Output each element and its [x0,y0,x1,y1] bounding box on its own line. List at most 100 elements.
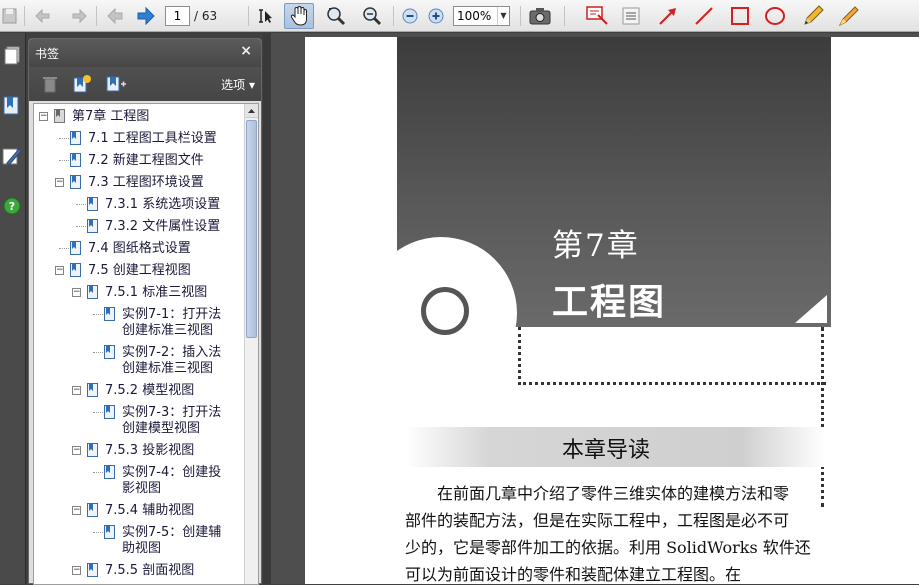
bookmark-label: 7.4 图纸格式设置 [88,241,191,256]
collapse-toggle-icon[interactable]: − [72,566,81,575]
bookmark-item[interactable]: 7.3.1 系统选项设置 [34,194,245,216]
main-toolbar: 1 / 63 100% ▼ [0,0,919,32]
highlighter-icon[interactable] [836,4,862,28]
bookmark-icon [87,443,98,457]
bookmarks-panel: 书签 × 选项 ▾ − 第7章 工程图 7.1 工程图工具栏设置 7.2 新建工程图文… [28,38,262,585]
zoom-level-select[interactable]: 100% ▼ [453,6,510,26]
rectangle-tool-icon[interactable] [728,4,752,28]
select-tool-icon[interactable] [254,4,276,28]
prev-page-icon[interactable] [104,4,126,28]
bookmark-tree: − 第7章 工程图 7.1 工程图工具栏设置 7.2 新建工程图文件 − 7.3 工程图环… [33,103,259,585]
bookmark-item[interactable]: − 7.5.4 辅助视图 [34,500,245,522]
bookmark-item[interactable]: − 7.5.3 投影视图 [34,440,245,462]
page-number-input[interactable]: 1 [165,6,190,26]
pencil-icon[interactable] [800,4,826,28]
bookmark-item[interactable]: 实例7-2：插入法 创建标准三视图 [34,342,245,380]
new-bookmark-icon[interactable] [71,73,93,95]
paragraph-line: 在前面几章中介绍了零件三维实体的建模方法和零 [437,484,790,503]
bookmark-item[interactable]: 实例7-5：创建辅 助视图 [34,522,245,560]
bookmark-icon [104,307,115,321]
bookmark-label: 7.3.2 文件属性设置 [105,219,221,234]
bookmark-item[interactable]: − 7.5 创建工程视图 [34,260,245,282]
bookmark-label: 7.5.3 投影视图 [105,443,195,458]
bookmark-item[interactable]: − 第7章 工程图 [34,106,245,128]
bookmark-label: 7.3.1 系统选项设置 [105,197,221,212]
options-menu[interactable]: 选项 ▾ [221,76,255,93]
signatures-icon[interactable] [0,141,24,171]
collapse-toggle-icon[interactable]: − [72,386,81,395]
bookmark-item[interactable]: 7.1 工程图工具栏设置 [34,128,245,150]
zoom-in-tool-icon[interactable] [324,4,348,28]
oval-tool-icon[interactable] [762,4,788,28]
bookmark-icon [104,525,115,539]
scrollbar-thumb[interactable] [246,120,257,338]
intro-paragraph: 在前面几章中介绍了零件三维实体的建模方法和零 部件的装配方法，但是在实际工程中，… [405,480,825,584]
dotted-frame [518,327,826,385]
bookmark-item[interactable]: 7.2 新建工程图文件 [34,150,245,172]
bookmark-label: 7.5.1 标准三视图 [105,285,208,300]
bookmark-icon [87,219,98,233]
bookmark-label: 7.5 创建工程视图 [88,263,191,278]
collapse-toggle-icon[interactable]: − [55,266,64,275]
bookmark-scrollbar[interactable] [244,104,258,584]
panel-title: 书签 [35,47,60,61]
pages-icon[interactable] [0,41,24,71]
panel-splitter[interactable] [263,33,271,584]
back-icon[interactable] [32,4,54,28]
bookmark-item[interactable]: − 7.3 工程图环境设置 [34,172,245,194]
collapse-toggle-icon[interactable]: − [72,506,81,515]
page-total-label: / 63 [194,9,218,23]
bookmark-item[interactable]: 实例7-3：打开法 创建模型视图 [34,402,245,440]
decorative-ring [421,287,469,335]
bookmark-item[interactable]: − 7.5.2 模型视图 [34,380,245,402]
bookmark-icon [70,241,81,255]
page-corner-fold [795,295,827,323]
bookmark-label: 实例7-1：打开法 创建标准三视图 [122,307,222,338]
bookmark-icon [70,153,81,167]
bookmark-label: 7.3 工程图环境设置 [88,175,204,190]
zoom-out-icon[interactable] [401,4,419,28]
zoom-in-icon[interactable] [427,4,445,28]
bookmark-item[interactable]: 实例7-1：打开法 创建标准三视图 [34,304,245,342]
delete-bookmark-icon[interactable] [39,73,61,95]
next-page-icon[interactable] [134,4,158,28]
bookmark-icon [104,345,115,359]
note-icon[interactable] [620,4,642,28]
navigation-rail: ? [0,33,26,584]
bookmark-item[interactable]: 7.4 图纸格式设置 [34,238,245,260]
arrow-tool-icon[interactable] [656,4,680,28]
bookmark-icon [87,285,98,299]
collapse-toggle-icon[interactable]: − [55,178,64,187]
bookmark-item[interactable]: 7.3.2 文件属性设置 [34,216,245,238]
tree-guide-line [76,204,86,205]
tree-guide-line [93,352,103,353]
bookmark-label: 实例7-5：创建辅 助视图 [122,525,222,556]
expand-bookmark-icon[interactable] [105,73,127,95]
tree-guide-line [93,412,103,413]
bookmark-icon [70,263,81,277]
hand-tool-icon[interactable] [284,3,314,29]
bookmark-icon [70,131,81,145]
bookmark-item[interactable]: 实例7-4：创建投 影视图 [34,462,245,500]
forward-icon[interactable] [68,4,90,28]
zoom-out-tool-icon[interactable] [360,4,384,28]
bookmarks-icon[interactable] [0,91,24,121]
comment-icon[interactable] [584,4,610,28]
snapshot-icon[interactable] [528,4,552,28]
collapse-toggle-icon[interactable]: − [72,446,81,455]
collapse-toggle-icon[interactable]: − [39,112,48,121]
close-icon[interactable]: × [240,43,252,59]
zoom-level-value: 100% [457,9,492,23]
tree-guide-line [93,532,103,533]
chevron-down-icon[interactable]: ▼ [497,7,509,25]
save-icon[interactable] [0,4,20,28]
bookmark-item[interactable]: − 7.5.5 剖面视图 [34,560,245,582]
bookmarks-toolbar: 选项 ▾ [29,67,261,101]
help-icon[interactable]: ? [0,191,24,221]
tree-guide-line [76,226,86,227]
scroll-up-icon[interactable] [245,104,258,118]
collapse-toggle-icon[interactable]: − [72,288,81,297]
bookmark-item[interactable]: − 7.5.1 标准三视图 [34,282,245,304]
line-tool-icon[interactable] [692,4,716,28]
bookmark-label: 7.2 新建工程图文件 [88,153,204,168]
